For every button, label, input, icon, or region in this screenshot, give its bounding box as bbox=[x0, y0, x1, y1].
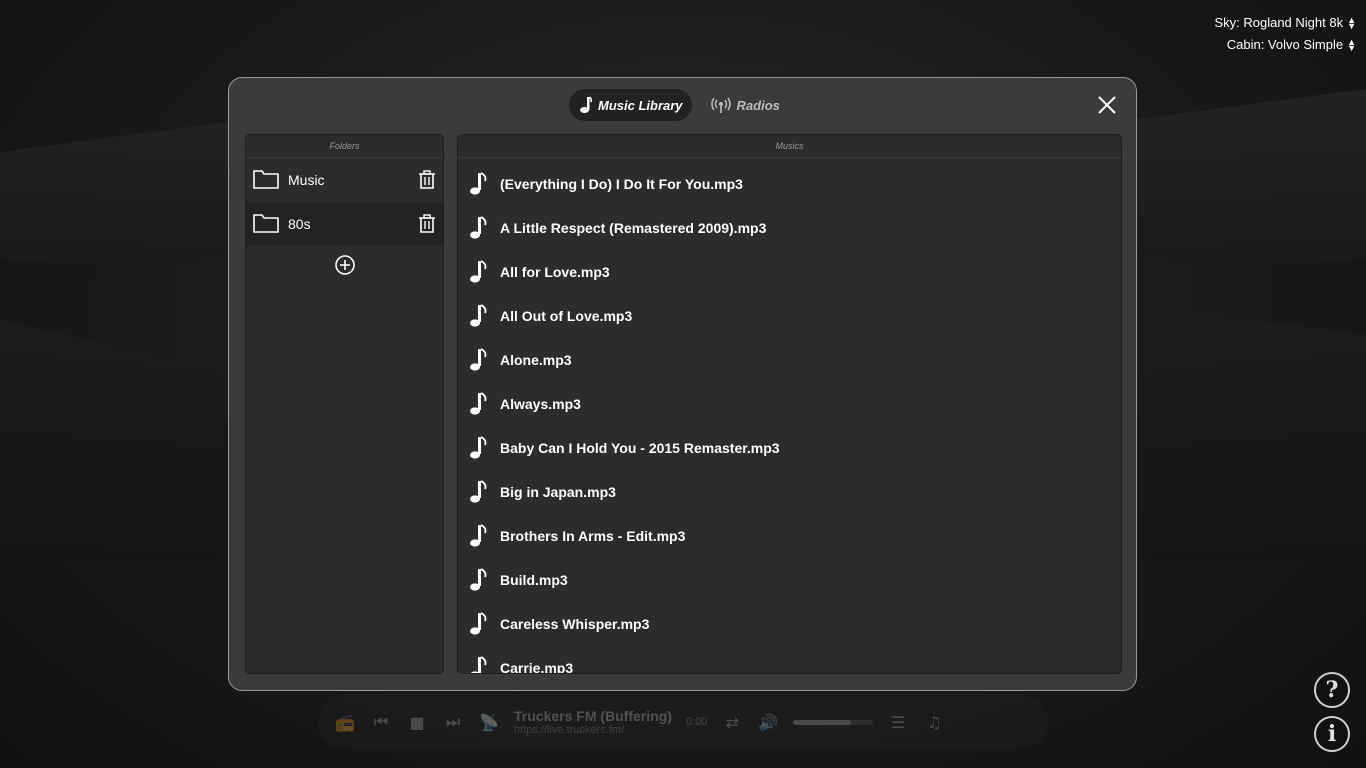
help-icon: ? bbox=[1325, 677, 1339, 703]
cabin-selector-label: Cabin: Volvo Simple bbox=[1226, 37, 1344, 52]
plus-circle-icon bbox=[334, 255, 355, 275]
music-note-icon bbox=[580, 96, 592, 113]
shuffle-icon[interactable]: ⇄ bbox=[721, 711, 743, 733]
music-item[interactable]: Alone.mp3 bbox=[458, 338, 1121, 382]
music-note-icon bbox=[468, 392, 490, 416]
music-title: Careless Whisper.mp3 bbox=[500, 616, 650, 632]
add-folder-button[interactable] bbox=[246, 254, 443, 276]
folder-label: 80s bbox=[288, 216, 311, 232]
music-item[interactable]: Baby Can I Hold You - 2015 Remaster.mp3 bbox=[458, 426, 1121, 470]
folder-item[interactable]: 80s bbox=[246, 202, 443, 246]
music-note-icon bbox=[468, 348, 490, 372]
music-title: Brothers In Arms - Edit.mp3 bbox=[500, 528, 686, 544]
music-note-icon bbox=[468, 524, 490, 548]
music-item[interactable]: Brothers In Arms - Edit.mp3 bbox=[458, 514, 1121, 558]
cabin-selector[interactable]: Cabin: Volvo Simple ▲ ▼ bbox=[1214, 34, 1356, 56]
music-item[interactable]: (Everything I Do) I Do It For You.mp3 bbox=[458, 162, 1121, 206]
trash-icon[interactable] bbox=[417, 170, 437, 190]
radio-tower-icon bbox=[710, 97, 731, 113]
music-note-icon bbox=[468, 436, 490, 460]
sky-selector-label: Sky: Rogland Night 8k bbox=[1214, 15, 1344, 30]
folder-icon bbox=[252, 168, 280, 193]
music-item[interactable]: Build.mp3 bbox=[458, 558, 1121, 602]
volume-fill bbox=[793, 719, 851, 725]
music-note-icon bbox=[468, 612, 490, 636]
music-title: Alone.mp3 bbox=[500, 352, 572, 368]
music-note-icon bbox=[468, 656, 490, 673]
music-note-icon bbox=[468, 480, 490, 504]
library-icon[interactable]: ♫ bbox=[923, 711, 945, 733]
trash-icon[interactable] bbox=[417, 214, 437, 234]
music-title: Always.mp3 bbox=[500, 396, 581, 412]
previous-button[interactable]: ⏮ bbox=[370, 711, 392, 733]
folders-panel: Folders Music 80s bbox=[245, 134, 444, 674]
music-note-icon bbox=[468, 216, 490, 240]
help-button[interactable]: ? bbox=[1314, 672, 1350, 708]
station-info: Truckers FM (Buffering) https://live.tru… bbox=[514, 708, 672, 736]
music-note-icon bbox=[468, 172, 490, 196]
tab-radios-label: Radios bbox=[736, 97, 780, 113]
music-title: Baby Can I Hold You - 2015 Remaster.mp3 bbox=[500, 440, 780, 456]
folder-label: Music bbox=[288, 172, 325, 188]
modal-tabs: Music Library Radios bbox=[569, 89, 789, 121]
music-note-icon bbox=[468, 568, 490, 592]
sort-caret-icon: ▲ ▼ bbox=[1347, 15, 1356, 31]
station-name: Truckers FM (Buffering) bbox=[514, 708, 672, 724]
music-item[interactable]: All Out of Love.mp3 bbox=[458, 294, 1121, 338]
stop-button[interactable]: ■ bbox=[406, 711, 428, 733]
player-bar: 📻 ⏮ ■ ⏭ 📡 Truckers FM (Buffering) https:… bbox=[318, 694, 1048, 750]
music-title: A Little Respect (Remastered 2009).mp3 bbox=[500, 220, 767, 236]
music-library-modal: Music Library Radios Folders Music 80s M… bbox=[228, 77, 1137, 691]
radio-icon[interactable]: 📻 bbox=[334, 711, 356, 733]
info-button[interactable]: i bbox=[1314, 716, 1350, 752]
music-list: (Everything I Do) I Do It For You.mp3 A L… bbox=[458, 158, 1121, 674]
music-title: (Everything I Do) I Do It For You.mp3 bbox=[500, 176, 743, 192]
music-item[interactable]: All for Love.mp3 bbox=[458, 250, 1121, 294]
tab-music-library[interactable]: Music Library bbox=[569, 89, 692, 121]
next-button[interactable]: ⏭ bbox=[442, 711, 464, 733]
station-logo-icon: 📡 bbox=[479, 712, 499, 732]
music-item[interactable]: Big in Japan.mp3 bbox=[458, 470, 1121, 514]
station-url: https://live.truckers.fm/ bbox=[514, 724, 625, 736]
environment-selectors: Sky: Rogland Night 8k ▲ ▼ Cabin: Volvo Si… bbox=[1214, 12, 1356, 56]
volume-icon[interactable]: 🔊 bbox=[757, 711, 779, 733]
music-item[interactable]: Careless Whisper.mp3 bbox=[458, 602, 1121, 646]
tab-radios[interactable]: Radios bbox=[702, 89, 789, 121]
music-title: All for Love.mp3 bbox=[500, 264, 610, 280]
music-item[interactable]: A Little Respect (Remastered 2009).mp3 bbox=[458, 206, 1121, 250]
tab-music-library-label: Music Library bbox=[598, 97, 683, 113]
sky-selector[interactable]: Sky: Rogland Night 8k ▲ ▼ bbox=[1214, 12, 1356, 34]
music-title: Carrie.mp3 bbox=[500, 660, 574, 674]
folder-list: Music 80s bbox=[246, 158, 443, 246]
folder-item[interactable]: Music bbox=[246, 158, 443, 202]
folders-header: Folders bbox=[246, 135, 443, 158]
music-title: All Out of Love.mp3 bbox=[500, 308, 633, 324]
info-icon: i bbox=[1327, 721, 1337, 747]
musics-header: Musics bbox=[458, 135, 1121, 158]
close-icon[interactable] bbox=[1096, 94, 1118, 116]
music-item[interactable]: Carrie.mp3 bbox=[458, 646, 1121, 674]
equalizer-icon[interactable]: ☰ bbox=[887, 711, 909, 733]
music-note-icon bbox=[468, 260, 490, 284]
volume-slider[interactable] bbox=[793, 719, 874, 725]
music-title: Big in Japan.mp3 bbox=[500, 484, 616, 500]
music-note-icon bbox=[468, 304, 490, 328]
sort-caret-icon: ▲ ▼ bbox=[1347, 37, 1356, 53]
musics-panel: Musics (Everything I Do) I Do It For You… bbox=[457, 134, 1122, 674]
folder-icon bbox=[252, 212, 280, 237]
music-item[interactable]: Always.mp3 bbox=[458, 382, 1121, 426]
music-title: Build.mp3 bbox=[500, 572, 568, 588]
time-readout: 0:00 bbox=[685, 716, 708, 728]
